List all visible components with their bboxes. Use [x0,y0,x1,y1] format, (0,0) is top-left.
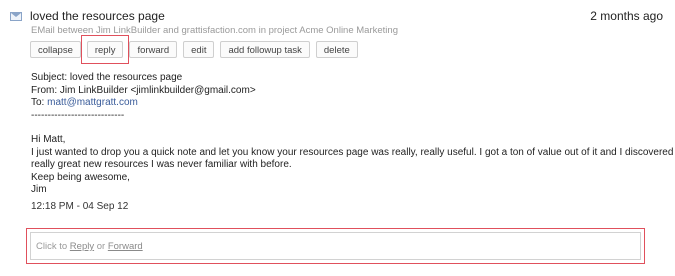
email-greeting: Hi Matt, [31,134,66,145]
edit-button[interactable]: edit [183,41,215,58]
reply-button-wrap: reply [80,35,130,64]
email-to-link[interactable]: matt@mattgratt.com [47,97,138,108]
email-timestamp: 12:18 PM - 04 Sep 12 [31,201,129,212]
forward-link[interactable]: Forward [108,241,143,252]
add-followup-task-button[interactable]: add followup task [220,41,310,58]
email-subtitle: EMail between Jim LinkBuilder and gratti… [31,25,398,36]
email-from: From: Jim LinkBuilder <jimlinkbuilder@gm… [31,84,256,96]
reply-prompt-middle: or [94,241,108,252]
forward-button[interactable]: forward [129,41,178,58]
reply-box-highlight: Click to Reply or Forward [26,228,645,264]
email-body-line-3: Keep being awesome, [31,171,130,183]
email-to: To: matt@mattgratt.com [31,97,675,110]
reply-prompt-prefix: Click to [36,241,70,252]
email-item: loved the resources page 2 months ago EM… [0,0,675,276]
email-signature: Jim [31,184,47,195]
action-bar: collapse reply forward edit add followup… [30,35,364,64]
delete-button[interactable]: delete [315,41,358,58]
envelope-icon [10,12,22,21]
email-body-line-2: really great new resources I was never f… [31,159,292,170]
email-subject: Subject: loved the resources page [31,72,183,83]
email-body-line-1: I just wanted to drop you a quick note a… [31,146,675,158]
email-date: 2 months ago [590,9,663,23]
collapse-button[interactable]: collapse [30,41,81,58]
email-to-label: To: [31,97,48,108]
quick-reply-box[interactable]: Click to Reply or Forward [30,232,641,260]
reply-button[interactable]: reply [86,41,124,58]
email-body: Subject: loved the resources page From: … [31,72,675,197]
reply-link[interactable]: Reply [70,241,94,252]
email-divider: ---------------------------- [31,109,125,121]
email-title[interactable]: loved the resources page [30,9,165,23]
